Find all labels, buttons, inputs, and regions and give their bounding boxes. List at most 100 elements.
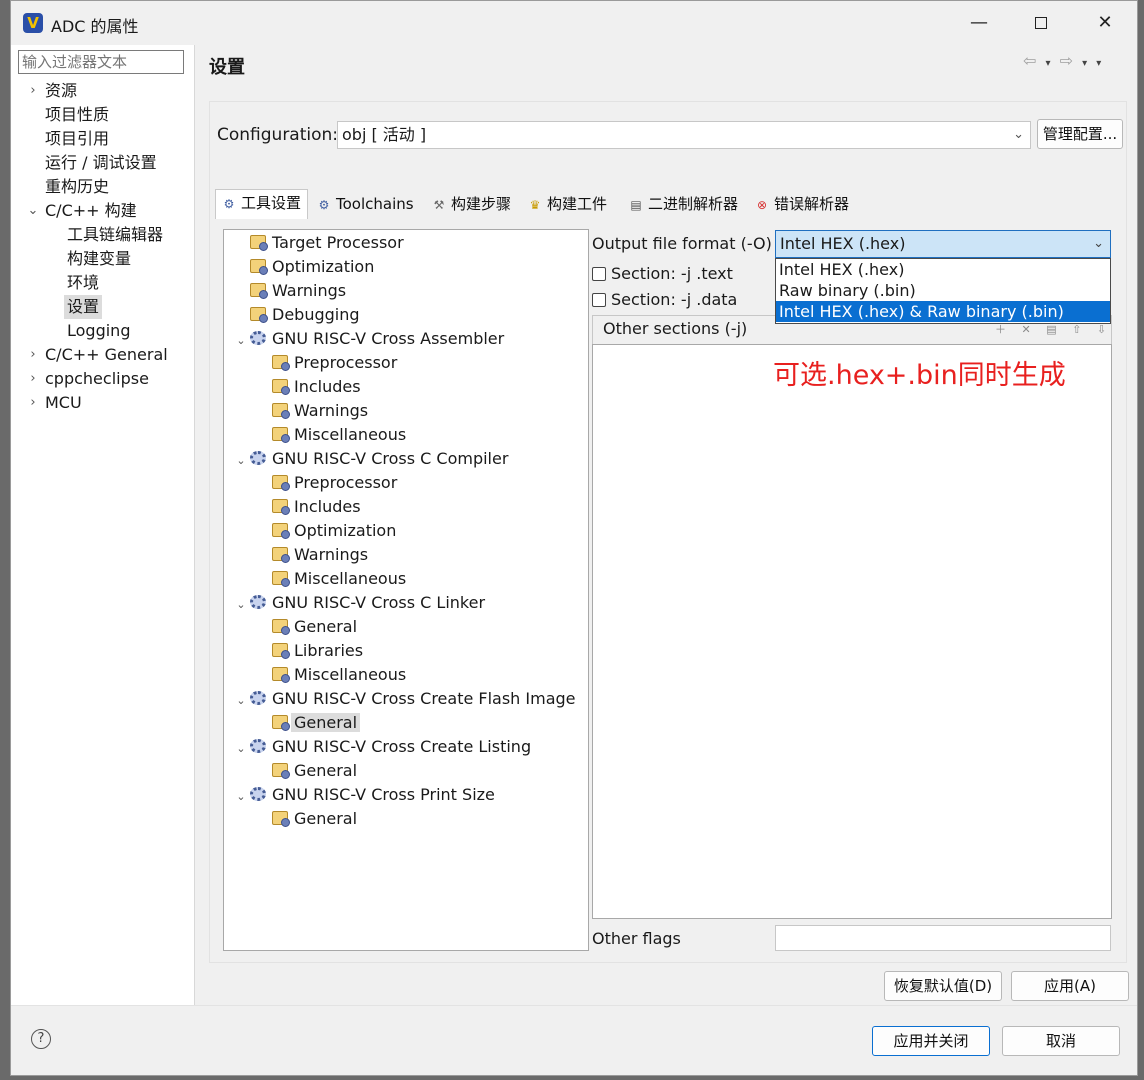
other-flags-input[interactable] — [775, 925, 1111, 951]
option-category[interactable]: Warnings — [254, 399, 368, 423]
tab-6[interactable]: ⊗ 错误解析器 — [749, 191, 855, 219]
sidebar-item[interactable]: 运行 / 调试设置 — [11, 151, 195, 175]
option-category[interactable]: Optimization — [232, 255, 374, 279]
option-category[interactable]: Preprocessor — [254, 471, 397, 495]
tab-4[interactable]: ♛ 构建工件 — [522, 191, 613, 219]
back-menu-icon[interactable]: ▾ — [1046, 58, 1053, 69]
sidebar-item[interactable]: ⌄ C/C++ 构建 — [11, 199, 195, 223]
option-category[interactable]: Includes — [254, 375, 361, 399]
view-menu-icon[interactable]: ▾ — [1096, 58, 1103, 69]
option-category[interactable]: Debugging — [232, 303, 360, 327]
dropdown-option[interactable]: Raw binary (.bin) — [776, 280, 1110, 301]
dropdown-option[interactable]: Intel HEX (.hex) & Raw binary (.bin) — [776, 301, 1110, 322]
cancel-button[interactable]: 取消 — [1002, 1026, 1120, 1056]
apply-button[interactable]: 应用(A) — [1011, 971, 1129, 1001]
folder-icon — [272, 403, 290, 419]
output-format-value: Intel HEX (.hex) — [780, 234, 906, 253]
configuration-select[interactable]: obj [ 活动 ] ⌄ — [337, 121, 1031, 149]
tool-node[interactable]: ⌄ GNU RISC-V Cross Create Flash Image — [232, 687, 575, 713]
chevron-down-icon[interactable]: ⌄ — [232, 785, 250, 809]
tree-item-label: Warnings — [294, 401, 369, 420]
folder-icon — [272, 499, 290, 515]
tool-node[interactable]: ⌄ GNU RISC-V Cross C Compiler — [232, 447, 508, 471]
chevron-down-icon[interactable]: ⌄ — [232, 329, 250, 353]
sidebar-item[interactable]: 项目性质 — [11, 103, 195, 127]
help-icon[interactable]: ? — [31, 1029, 51, 1049]
sidebar-item[interactable]: › cppcheclipse — [11, 367, 195, 391]
filter-input[interactable] — [18, 50, 184, 74]
tab-1[interactable]: ⚙ 工具设置 — [215, 189, 309, 219]
tree-item-label: GNU RISC-V Cross Print Size — [272, 785, 495, 804]
dropdown-option[interactable]: Intel HEX (.hex) — [776, 259, 1110, 280]
option-category[interactable]: Preprocessor — [254, 351, 397, 375]
sidebar-item[interactable]: › C/C++ General — [11, 343, 195, 367]
tool-node[interactable]: ⌄ GNU RISC-V Cross Print Size — [232, 783, 495, 809]
chevron-right-icon[interactable]: › — [27, 367, 39, 391]
sidebar-item[interactable]: 项目引用 — [11, 127, 195, 151]
close-button[interactable]: ✕ — [1073, 1, 1137, 45]
sidebar-item[interactable]: 工具链编辑器 — [11, 223, 195, 247]
option-category[interactable]: Includes — [254, 495, 361, 519]
back-arrow-icon[interactable]: ⇦ — [1023, 51, 1038, 70]
option-category[interactable]: Miscellaneous — [254, 423, 406, 447]
option-category[interactable]: Miscellaneous — [254, 663, 406, 687]
sidebar-item[interactable]: Logging — [11, 319, 195, 343]
tool-node[interactable]: ⌄ GNU RISC-V Cross Assembler — [232, 327, 504, 351]
left-panel: › 资源项目性质项目引用运行 / 调试设置重构历史 ⌄ C/C++ 构建工具链编辑器构… — [11, 45, 195, 1005]
sidebar-item-label: 项目性质 — [45, 105, 110, 124]
tab-3[interactable]: ⚒ 构建步骤 — [426, 191, 517, 219]
tab-label: 错误解析器 — [774, 195, 850, 213]
tool-node[interactable]: ⌄ GNU RISC-V Cross C Linker — [232, 591, 485, 615]
section-text-checkbox[interactable]: Section: -j .text — [592, 263, 733, 285]
other-flags-label: Other flags — [592, 929, 681, 948]
tool-node[interactable]: ⌄ GNU RISC-V Cross Create Listing — [232, 735, 531, 759]
chevron-right-icon[interactable]: › — [27, 391, 39, 415]
option-category[interactable]: General — [254, 711, 361, 735]
sidebar-item[interactable]: 构建变量 — [11, 247, 195, 271]
minimize-button[interactable]: — — [947, 1, 1011, 45]
option-category[interactable]: Optimization — [254, 519, 396, 543]
tree-item-label: Includes — [294, 377, 361, 396]
sidebar-item[interactable]: › 资源 — [11, 79, 195, 103]
chevron-right-icon[interactable]: › — [27, 79, 39, 103]
checkbox-box[interactable] — [592, 267, 606, 281]
option-category[interactable]: General — [254, 807, 357, 831]
gear-icon — [250, 739, 266, 753]
option-category[interactable]: Miscellaneous — [254, 567, 406, 591]
option-category[interactable]: Libraries — [254, 639, 363, 663]
option-category[interactable]: Warnings — [232, 279, 346, 303]
maximize-button[interactable] — [1009, 1, 1073, 45]
tab-5[interactable]: ▤ 二进制解析器 — [623, 191, 744, 219]
output-format-select[interactable]: Intel HEX (.hex) ⌄ — [775, 230, 1111, 258]
apply-and-close-button[interactable]: 应用并关闭 — [872, 1026, 990, 1056]
restore-defaults-button[interactable]: 恢复默认值(D) — [884, 971, 1002, 1001]
section-data-checkbox[interactable]: Section: -j .data — [592, 289, 737, 311]
option-category[interactable]: General — [254, 759, 357, 783]
option-category[interactable]: Warnings — [254, 543, 368, 567]
other-sections-list[interactable] — [592, 344, 1112, 919]
forward-arrow-icon[interactable]: ⇨ — [1060, 51, 1075, 70]
sidebar-item-label: cppcheclipse — [45, 369, 149, 388]
chevron-down-icon[interactable]: ⌄ — [232, 737, 250, 761]
trophy-icon: ♛ — [529, 198, 541, 212]
chevron-right-icon[interactable]: › — [27, 343, 39, 367]
forward-menu-icon[interactable]: ▾ — [1082, 58, 1089, 69]
chevron-down-icon[interactable]: ⌄ — [232, 593, 250, 617]
tab-2[interactable]: ⚙ Toolchains — [311, 191, 420, 219]
gear-icon — [250, 787, 266, 801]
sidebar-item[interactable]: › MCU — [11, 391, 195, 415]
sidebar-item-label: 重构历史 — [45, 177, 110, 196]
option-category[interactable]: General — [254, 615, 357, 639]
gear-icon: ⚙ — [223, 197, 235, 211]
checkbox-box[interactable] — [592, 293, 606, 307]
chevron-down-icon[interactable]: ⌄ — [232, 689, 250, 713]
sidebar-item[interactable]: 环境 — [11, 271, 195, 295]
manage-configurations-button[interactable]: 管理配置... — [1037, 119, 1123, 149]
chevron-down-icon[interactable]: ⌄ — [232, 449, 250, 473]
sidebar-item-label: MCU — [45, 393, 82, 412]
sidebar-item[interactable]: 重构历史 — [11, 175, 195, 199]
page-title: 设置 — [209, 57, 245, 78]
chevron-down-icon[interactable]: ⌄ — [27, 199, 39, 223]
option-category[interactable]: Target Processor — [232, 231, 404, 255]
sidebar-item[interactable]: 设置 — [11, 295, 195, 319]
